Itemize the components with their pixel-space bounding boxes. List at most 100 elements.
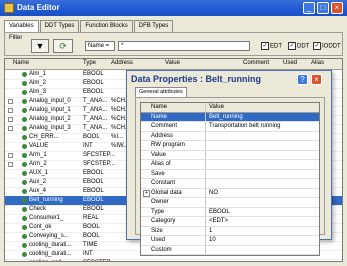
- properties-table: Name Value Name Belt_running Comment Transp…: [140, 102, 320, 256]
- ddt-checkbox[interactable]: ✓ DDT: [288, 42, 309, 50]
- tab-dfb-types[interactable]: DFB Types: [133, 20, 174, 32]
- title-bar: Data Editor _ □ ×: [0, 0, 347, 16]
- property-name: Global data: [151, 189, 182, 196]
- properties-panel: Name Value Name Belt_running Comment Transp…: [135, 97, 325, 256]
- table-header: Name Type Address Value Comment Used Ali…: [5, 59, 342, 70]
- property-row[interactable]: Used 10: [141, 236, 319, 246]
- property-value[interactable]: <EDT>: [209, 217, 228, 226]
- property-row[interactable]: Owner: [141, 198, 319, 208]
- variable-icon: [22, 252, 27, 257]
- property-row[interactable]: Category <EDT>: [141, 217, 319, 227]
- property-name: Name: [151, 113, 168, 120]
- cell-name: Alm_2: [29, 80, 47, 86]
- cell-name: Check: [29, 206, 47, 212]
- dialog-close-button[interactable]: ×: [311, 74, 322, 85]
- expand-toggle-icon[interactable]: [8, 153, 13, 158]
- cell-type: T_ANA...: [83, 98, 108, 104]
- col-type[interactable]: Type: [83, 60, 96, 66]
- property-value[interactable]: 10: [209, 236, 216, 245]
- property-row[interactable]: Size 1: [141, 226, 319, 236]
- edt-checkbox[interactable]: ✓ EDT: [261, 42, 282, 50]
- cell-type: SFCSTEP...: [83, 259, 115, 261]
- name-operator-select[interactable]: Name =: [85, 41, 115, 51]
- cell-name: Conveying_s...: [29, 233, 69, 239]
- property-value[interactable]: NO: [209, 189, 218, 198]
- cell-type: EBOOL: [83, 80, 104, 86]
- property-value[interactable]: Transportation belt running: [209, 122, 281, 131]
- property-name: Alias of: [151, 161, 171, 167]
- expand-toggle-icon[interactable]: [8, 99, 13, 104]
- cell-name: Consumer1_: [29, 215, 64, 221]
- col-comment[interactable]: Comment: [243, 60, 269, 66]
- expand-toggle-icon[interactable]: [8, 108, 13, 113]
- variable-icon: [22, 162, 27, 167]
- cell-type: EBOOL: [83, 188, 104, 194]
- tab-bar: Variables DDT Types Function Blocks DFB Typ…: [4, 20, 174, 32]
- cell-name: cooling_durati...: [29, 242, 72, 248]
- property-row[interactable]: + Global data NO: [141, 188, 319, 198]
- property-row[interactable]: Address: [141, 131, 319, 141]
- property-value[interactable]: Belt_running: [209, 113, 243, 122]
- variable-icon: [22, 234, 27, 239]
- cell-name: Analog_input_3: [29, 125, 71, 131]
- property-name: Used: [151, 237, 166, 243]
- property-row[interactable]: RW program: [141, 141, 319, 151]
- cell-name: cooling_end...: [29, 259, 66, 261]
- data-editor-window: Data Editor _ □ × Variables DDT Types Func…: [0, 0, 347, 266]
- cell-name: Analog_input_1: [29, 107, 71, 113]
- tab-ddt-types[interactable]: DDT Types: [39, 20, 80, 32]
- cell-type: EBOOL: [83, 206, 104, 212]
- dialog-help-button[interactable]: ?: [297, 74, 308, 85]
- variable-icon: [22, 72, 27, 77]
- cell-type: EBOOL: [83, 71, 104, 77]
- property-row[interactable]: Alias of: [141, 160, 319, 170]
- col-alias[interactable]: Alias: [311, 60, 324, 66]
- expand-toggle-icon[interactable]: [8, 117, 13, 122]
- refresh-filter-icon[interactable]: ⟳: [53, 39, 73, 53]
- cell-name: Cont_ok: [29, 224, 52, 230]
- expand-property-icon[interactable]: +: [143, 189, 150, 197]
- expand-toggle-icon[interactable]: [8, 126, 13, 131]
- tab-variables[interactable]: Variables: [4, 20, 39, 32]
- tab-general-attributes[interactable]: General attributes: [135, 87, 187, 97]
- property-value[interactable]: EBOOL: [209, 208, 230, 217]
- expand-toggle-icon[interactable]: [8, 261, 13, 262]
- dialog-title: Data Properties : Belt_running: [131, 74, 262, 84]
- property-row[interactable]: Type EBOOL: [141, 207, 319, 217]
- ioddt-checkbox[interactable]: ✓ IODDT: [313, 42, 341, 50]
- tab-function-blocks[interactable]: Function Blocks: [80, 20, 133, 32]
- col-name[interactable]: Name: [13, 60, 29, 66]
- property-row[interactable]: Name Belt_running: [141, 112, 319, 122]
- property-row[interactable]: Custom: [141, 245, 319, 255]
- cell-name: AUX_1: [29, 170, 49, 176]
- col-value[interactable]: Value: [165, 60, 180, 66]
- maximize-button[interactable]: □: [317, 2, 329, 14]
- variable-icon: [22, 126, 27, 131]
- variable-icon: [22, 108, 27, 113]
- properties-header: Name Value: [141, 103, 319, 113]
- cell-type: INT: [83, 251, 93, 257]
- filter-icon[interactable]: ▼: [31, 39, 49, 53]
- cell-name: Alm_1: [29, 71, 47, 77]
- property-row[interactable]: Save: [141, 169, 319, 179]
- property-name: Custom: [151, 246, 172, 253]
- cell-name: CH_ERR...: [29, 134, 59, 140]
- cell-name: Aux_4: [29, 188, 47, 194]
- property-value[interactable]: 1: [209, 227, 212, 236]
- col-address[interactable]: Address: [111, 60, 133, 66]
- cell-name: cooling_durati...: [29, 251, 72, 257]
- variable-icon: [22, 144, 27, 149]
- table-row[interactable]: cooling_end... SFCSTEP...: [5, 259, 342, 262]
- property-row[interactable]: Comment Transportation belt running: [141, 122, 319, 132]
- property-row[interactable]: Value: [141, 150, 319, 160]
- col-used[interactable]: Used: [283, 60, 297, 66]
- cell-type: BOOL: [83, 134, 100, 140]
- cell-type: SFCSTEP...: [83, 161, 115, 167]
- window-title: Data Editor: [17, 3, 60, 12]
- close-button[interactable]: ×: [331, 2, 343, 14]
- property-name: Category: [151, 218, 176, 224]
- property-row[interactable]: Constant: [141, 179, 319, 189]
- name-filter-input[interactable]: *: [118, 41, 250, 51]
- expand-toggle-icon[interactable]: [8, 162, 13, 167]
- minimize-button[interactable]: _: [303, 2, 315, 14]
